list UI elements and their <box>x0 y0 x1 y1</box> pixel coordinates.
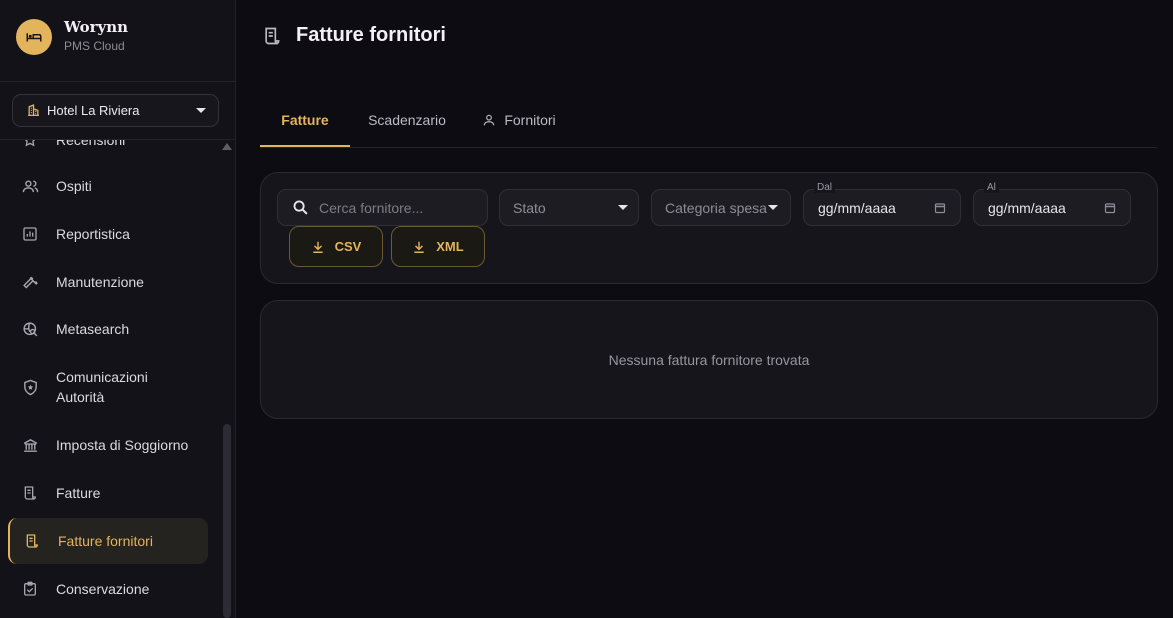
date-from-label: Dal <box>814 182 836 193</box>
sidebar-item-label: Imposta di Soggiorno <box>56 437 189 453</box>
wrench-icon <box>20 272 40 292</box>
export-xml-label: XML <box>436 239 464 254</box>
brand-logo <box>16 18 52 55</box>
chevron-down-icon <box>618 205 628 210</box>
tab-bar: Fatture Scadenzario Fornitori <box>260 92 1157 148</box>
download-icon <box>312 241 323 253</box>
chart-icon <box>20 224 40 244</box>
search-input[interactable] <box>319 199 479 216</box>
sidebar-item-imposta-soggiorno[interactable]: Imposta di Soggiorno <box>8 433 208 457</box>
empty-state-message: Nessuna fattura fornitore trovata <box>608 351 810 368</box>
sidebar-item-label-line1: Comunicazioni <box>56 369 148 385</box>
date-to-value: gg/mm/aaaa <box>988 199 1066 216</box>
sidebar-item-reportistica[interactable]: Reportistica <box>8 222 208 246</box>
date-from-field[interactable]: gg/mm/aaaa <box>803 189 961 226</box>
search-icon <box>293 200 308 215</box>
sidebar-item-label: Reportistica <box>56 226 130 242</box>
sidebar-item-label: Conservazione <box>56 581 150 597</box>
tab-fornitori[interactable]: Fornitori <box>474 92 564 147</box>
search-box[interactable] <box>277 189 488 226</box>
chevron-down-icon <box>196 108 206 113</box>
export-csv-button[interactable]: CSV <box>289 226 383 267</box>
bed-icon <box>26 32 42 41</box>
filter-card: Stato Categoria spesa gg/mm/aaaa Dal gg/… <box>260 172 1158 284</box>
sidebar-item-comunicazioni-autorita[interactable]: Comunicazioni Autorità <box>8 366 208 408</box>
tab-active-indicator <box>260 145 350 147</box>
chevron-down-icon <box>768 205 778 210</box>
sidebar-item-label: Manutenzione <box>56 274 144 290</box>
sidebar-item-label: Fatture <box>56 485 101 501</box>
sidebar-item-conservazione[interactable]: Conservazione <box>8 577 208 601</box>
date-to-field[interactable]: gg/mm/aaaa <box>973 189 1131 226</box>
tab-label: Fatture <box>281 111 329 128</box>
receipt-icon <box>20 483 40 503</box>
sidebar-item-label-line2: Autorità <box>56 389 105 405</box>
sidebar-item-label: Comunicazioni Autorità <box>56 367 148 407</box>
page-title: Fatture fornitori <box>296 24 446 46</box>
sidebar-scrollbar[interactable] <box>223 424 231 618</box>
export-csv-label: CSV <box>334 239 362 254</box>
empty-state-card: Nessuna fattura fornitore trovata <box>260 300 1158 419</box>
hotel-selector-label: Hotel La Riviera <box>47 103 140 118</box>
date-to-label: Al <box>984 182 999 193</box>
sidebar-item-label: Fatture fornitori <box>58 533 153 549</box>
status-select-value: Stato <box>513 199 546 216</box>
date-from-value: gg/mm/aaaa <box>818 199 896 216</box>
shield-icon <box>20 377 40 397</box>
people-icon <box>20 176 40 196</box>
building-icon <box>28 104 39 117</box>
category-select[interactable]: Categoria spesa <box>651 189 791 226</box>
star-icon <box>20 140 40 150</box>
tab-label: Scadenzario <box>368 111 446 128</box>
person-icon <box>484 114 495 125</box>
sidebar-item-label: Ospiti <box>56 178 92 194</box>
tab-fatture[interactable]: Fatture <box>260 92 350 147</box>
sidebar-item-label: Metasearch <box>56 321 130 337</box>
globe-search-icon <box>20 319 40 339</box>
receipt-icon <box>265 27 280 44</box>
sidebar-item-label: Recensioni <box>56 140 126 148</box>
sidebar-item-recensioni[interactable]: Recensioni <box>8 140 208 152</box>
clipboard-check-icon <box>20 579 40 599</box>
receipt-icon <box>22 531 42 551</box>
calendar-icon[interactable] <box>934 202 946 214</box>
sidebar-nav: Recensioni Ospiti Reportistica Manutenzi… <box>0 140 224 618</box>
bank-icon <box>20 435 40 455</box>
category-select-value: Categoria spesa <box>665 199 767 216</box>
tab-scadenzario[interactable]: Scadenzario <box>360 92 454 147</box>
sidebar: Worynn PMS Cloud Hotel La Riviera Recens… <box>0 0 236 618</box>
page-header: Fatture fornitori <box>262 24 446 47</box>
sidebar-item-fatture-fornitori[interactable]: Fatture fornitori <box>8 518 208 564</box>
hotel-selector[interactable]: Hotel La Riviera <box>12 94 219 127</box>
brand-subtitle: PMS Cloud <box>64 39 125 53</box>
status-select[interactable]: Stato <box>499 189 639 226</box>
sidebar-item-fatture[interactable]: Fatture <box>8 481 208 505</box>
download-icon <box>414 241 424 253</box>
brand[interactable]: Worynn PMS Cloud <box>16 18 128 55</box>
sidebar-item-ospiti[interactable]: Ospiti <box>8 174 208 198</box>
scroll-up-arrow[interactable] <box>222 143 232 150</box>
calendar-icon[interactable] <box>1104 202 1116 214</box>
tab-label: Fornitori <box>504 111 556 128</box>
divider <box>0 81 235 82</box>
sidebar-item-manutenzione[interactable]: Manutenzione <box>8 270 208 294</box>
brand-name: Worynn <box>64 18 129 36</box>
sidebar-item-metasearch[interactable]: Metasearch <box>8 317 208 341</box>
export-xml-button[interactable]: XML <box>391 226 485 267</box>
